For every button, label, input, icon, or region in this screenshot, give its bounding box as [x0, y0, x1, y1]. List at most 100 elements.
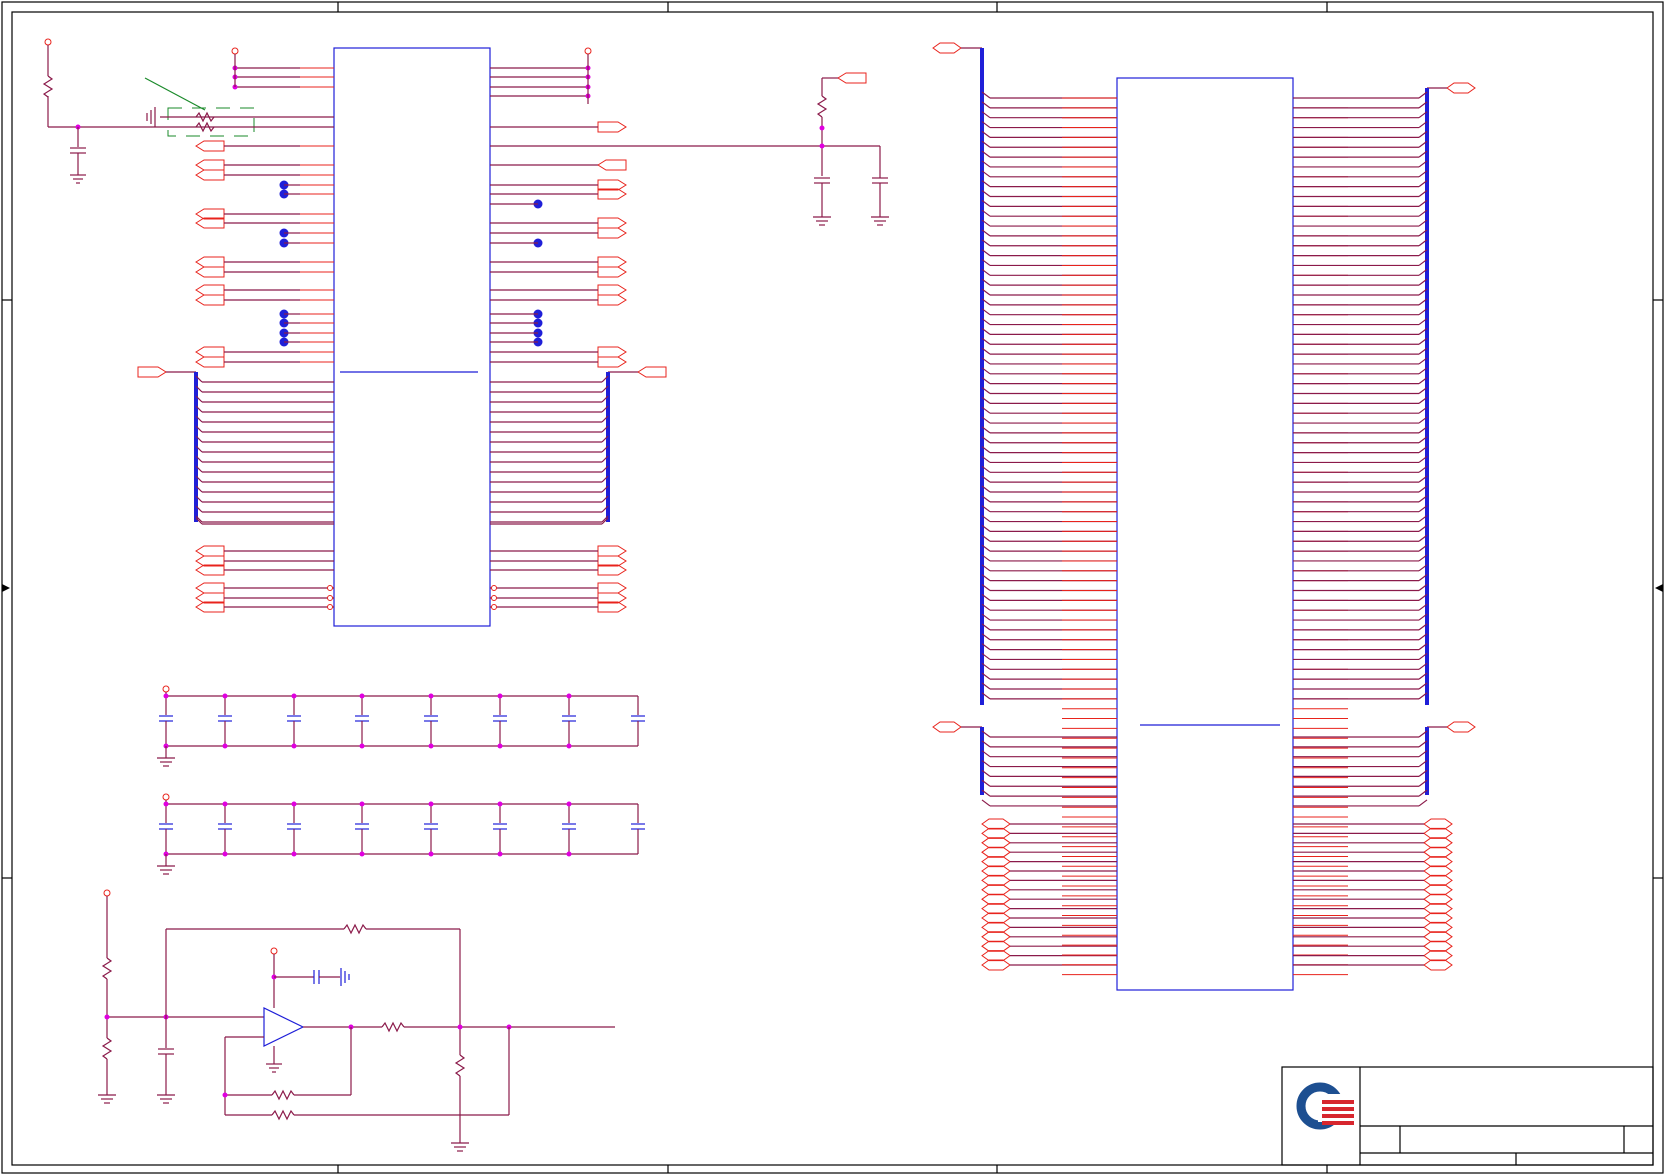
junction	[428, 801, 434, 807]
bidir-port	[1423, 940, 1453, 952]
inversion-bubble	[491, 604, 497, 610]
output-flag	[597, 217, 627, 229]
title-block	[1281, 1066, 1654, 1166]
bidir-port	[981, 950, 1011, 962]
input-flag	[195, 356, 225, 368]
bidir-port	[1423, 931, 1453, 943]
reset-network	[42, 38, 160, 184]
junction	[497, 851, 503, 857]
input-flag	[195, 169, 225, 181]
junction	[497, 801, 503, 807]
bidir-port	[1423, 893, 1453, 905]
bidir-port	[1423, 837, 1453, 849]
junction	[291, 693, 297, 699]
output-flag	[597, 356, 627, 368]
power-symbol	[162, 685, 170, 693]
inversion-bubble	[327, 585, 333, 591]
junction	[566, 743, 572, 749]
input-flag	[195, 159, 225, 171]
bus-flag	[637, 366, 667, 378]
opamp-circuit	[98, 889, 615, 1152]
output-flag	[597, 294, 627, 306]
inversion-bubble	[327, 595, 333, 601]
bidir-port	[981, 874, 1011, 886]
junction	[222, 693, 228, 699]
junction	[222, 851, 228, 857]
output-flag	[597, 121, 627, 133]
junction	[428, 693, 434, 699]
bidir-port	[1423, 856, 1453, 868]
junction	[359, 693, 365, 699]
junction	[291, 851, 297, 857]
right-ic	[1116, 77, 1294, 991]
bidir-port	[1423, 912, 1453, 924]
schematic-sheet	[1, 1, 1664, 1174]
bidir-port	[981, 827, 1011, 839]
junction	[359, 743, 365, 749]
input-flag	[195, 284, 225, 296]
junction	[163, 693, 169, 699]
bidir-port	[1423, 921, 1453, 933]
junction	[291, 743, 297, 749]
junction	[566, 693, 572, 699]
bidir-port	[981, 893, 1011, 905]
bidir-port	[1423, 959, 1453, 971]
bidir-port	[1423, 874, 1453, 886]
bidir-port	[1423, 884, 1453, 896]
input-flag	[195, 140, 225, 152]
bus-entry	[1418, 799, 1428, 807]
company-logo-icon	[1296, 1082, 1354, 1130]
junction	[163, 801, 169, 807]
junction	[497, 693, 503, 699]
junction	[428, 743, 434, 749]
output-flag	[597, 256, 627, 268]
bus-port	[932, 721, 962, 733]
output-flag	[597, 227, 627, 239]
junction	[566, 851, 572, 857]
bidir-port	[1423, 827, 1453, 839]
output-flag	[597, 346, 627, 358]
input-flag	[195, 545, 225, 557]
bus-entry	[981, 799, 991, 807]
input-flag	[597, 159, 627, 171]
input-flag	[195, 582, 225, 594]
inversion-bubble	[327, 604, 333, 610]
output-flag	[597, 284, 627, 296]
bidir-port	[981, 865, 1011, 877]
input-flag	[195, 346, 225, 358]
bidir-port	[981, 912, 1011, 924]
junction	[566, 801, 572, 807]
bidir-port	[981, 884, 1011, 896]
bidir-port	[981, 940, 1011, 952]
bidir-port	[981, 818, 1011, 830]
input-flag	[195, 294, 225, 306]
bidir-port	[981, 921, 1011, 933]
bidir-port	[1423, 846, 1453, 858]
left-ic	[333, 47, 491, 627]
bus-flag	[137, 366, 167, 378]
junction	[497, 743, 503, 749]
bidir-port	[981, 846, 1011, 858]
junction	[222, 801, 228, 807]
bidir-port	[1423, 903, 1453, 915]
inversion-bubble	[491, 595, 497, 601]
bidir-port	[981, 856, 1011, 868]
bidir-port	[981, 903, 1011, 915]
input-flag	[195, 266, 225, 278]
input-flag	[195, 256, 225, 268]
junction	[291, 801, 297, 807]
junction	[359, 851, 365, 857]
output-flag	[597, 545, 627, 557]
junction	[359, 801, 365, 807]
output-flag	[597, 266, 627, 278]
inversion-bubble	[491, 585, 497, 591]
bidir-port	[1423, 818, 1453, 830]
bus-port	[932, 42, 962, 54]
junction	[222, 743, 228, 749]
bus-port	[1446, 721, 1476, 733]
bidir-port	[1423, 865, 1453, 877]
junction	[428, 851, 434, 857]
power-symbol	[162, 793, 170, 801]
bidir-port	[981, 959, 1011, 971]
bidir-port	[981, 931, 1011, 943]
